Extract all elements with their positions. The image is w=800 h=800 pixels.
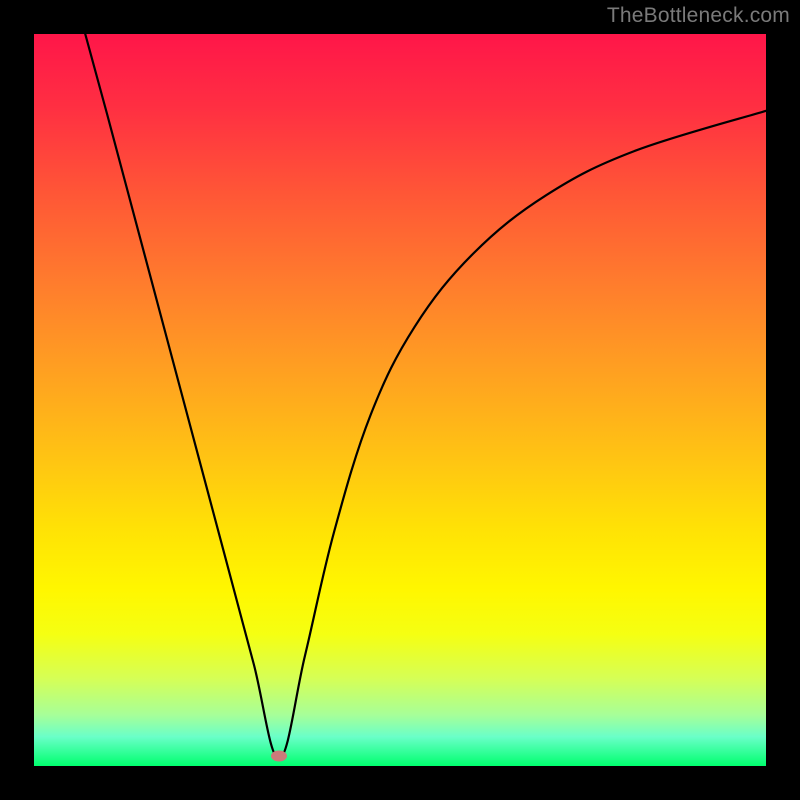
optimum-marker xyxy=(271,750,287,761)
chart-frame: TheBottleneck.com xyxy=(0,0,800,800)
bottleneck-curve xyxy=(85,34,766,759)
plot-area xyxy=(34,34,766,766)
watermark-text: TheBottleneck.com xyxy=(607,4,790,28)
curve-svg xyxy=(34,34,766,766)
